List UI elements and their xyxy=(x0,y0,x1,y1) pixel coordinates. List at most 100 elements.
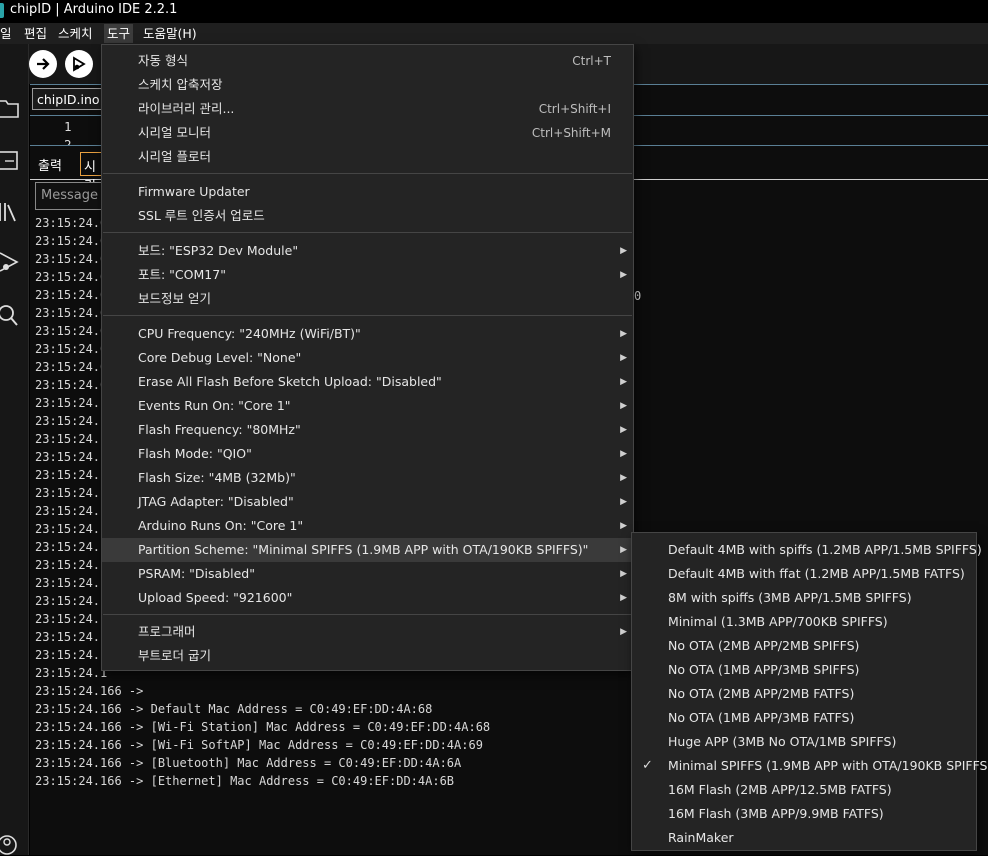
serial-message-input[interactable]: Message ( xyxy=(35,182,105,210)
chevron-right-icon: ▶ xyxy=(620,425,627,435)
partition-option-label: 16M Flash (2MB APP/12.5MB FATFS) xyxy=(668,782,892,797)
chevron-right-icon: ▶ xyxy=(620,377,627,387)
chevron-right-icon: ▶ xyxy=(620,593,627,603)
menu-item-firmware-updater[interactable]: Firmware Updater xyxy=(102,180,633,204)
library-icon[interactable] xyxy=(0,200,20,224)
partition-option-label: Default 4MB with spiffs (1.2MB APP/1.5MB… xyxy=(668,542,982,557)
chevron-right-icon: ▶ xyxy=(620,449,627,459)
menu-sketch[interactable]: 스케치 xyxy=(55,24,96,43)
menu-item-serial-plotter[interactable]: 시리얼 플로터 xyxy=(102,145,633,169)
checkmark-icon: ✓ xyxy=(642,758,653,773)
partition-option[interactable]: RainMaker xyxy=(632,826,976,850)
menu-help[interactable]: 도움말(H) xyxy=(140,24,200,43)
log-line: 23:15:24.166 -> xyxy=(35,684,144,698)
debug-button[interactable] xyxy=(65,50,93,78)
chevron-right-icon: ▶ xyxy=(620,401,627,411)
partition-option-label: RainMaker xyxy=(668,830,734,845)
chevron-right-icon: ▶ xyxy=(620,627,627,637)
chevron-right-icon: ▶ xyxy=(620,545,627,555)
partition-option-label: No OTA (1MB APP/3MB FATFS) xyxy=(668,710,855,725)
menu-item-erase-flash[interactable]: Erase All Flash Before Sketch Upload: "D… xyxy=(102,370,633,394)
log-line: 23:15:24.166 -> [Wi-Fi Station] Mac Addr… xyxy=(35,720,491,734)
line-number: 1 xyxy=(64,119,72,134)
menu-item-arduino-runs-on[interactable]: Arduino Runs On: "Core 1" ▶ xyxy=(102,514,633,538)
menu-item-flash-mode[interactable]: Flash Mode: "QIO" ▶ xyxy=(102,442,633,466)
chevron-right-icon: ▶ xyxy=(620,569,627,579)
partition-option[interactable]: Default 4MB with spiffs (1.2MB APP/1.5MB… xyxy=(632,538,982,562)
menu-separator xyxy=(103,315,632,316)
menu-item-serial-monitor[interactable]: 시리얼 모니터 Ctrl+Shift+M xyxy=(102,121,633,145)
tab-output[interactable]: 출력 xyxy=(38,155,62,174)
menu-file[interactable]: 일 xyxy=(0,24,15,43)
menu-item-ssl-upload[interactable]: SSL 루트 인증서 업로드 xyxy=(102,204,633,228)
log-fragment: 0 xyxy=(634,289,642,303)
partition-option-label: Huge APP (3MB No OTA/1MB SPIFFS) xyxy=(668,734,897,749)
menu-item-events-run-on[interactable]: Events Run On: "Core 1" ▶ xyxy=(102,394,633,418)
title-bar: chipID | Arduino IDE 2.2.1 xyxy=(0,0,988,23)
partition-option-label: Minimal SPIFFS (1.9MB APP with OTA/190KB… xyxy=(668,758,988,773)
arduino-app-icon xyxy=(0,3,4,18)
partition-option[interactable]: Huge APP (3MB No OTA/1MB SPIFFS) xyxy=(632,730,976,754)
chevron-right-icon: ▶ xyxy=(620,497,627,507)
menu-item-archive-sketch[interactable]: 스케치 압축저장 xyxy=(102,73,633,97)
menu-tools[interactable]: 도구 xyxy=(104,24,134,43)
menu-separator xyxy=(103,614,632,615)
menu-item-flash-size[interactable]: Flash Size: "4MB (32Mb)" ▶ xyxy=(102,466,633,490)
menu-item-psram[interactable]: PSRAM: "Disabled" ▶ xyxy=(102,562,633,586)
menu-item-partition-scheme[interactable]: Partition Scheme: "Minimal SPIFFS (1.9MB… xyxy=(102,538,633,562)
editor-tab-chipid[interactable]: chipID.ino xyxy=(32,88,102,110)
partition-option[interactable]: ✓ Minimal SPIFFS (1.9MB APP with OTA/190K… xyxy=(632,754,988,778)
menu-edit[interactable]: 편집 xyxy=(21,24,50,43)
tab-serial-monitor[interactable]: 시리 xyxy=(80,152,102,194)
menu-item-board[interactable]: 보드: "ESP32 Dev Module" ▶ xyxy=(102,239,633,263)
partition-option[interactable]: 16M Flash (3MB APP/9.9MB FATFS) xyxy=(632,802,976,826)
menu-item-jtag-adapter[interactable]: JTAG Adapter: "Disabled" ▶ xyxy=(102,490,633,514)
partition-option[interactable]: 8M with spiffs (3MB APP/1.5MB SPIFFS) xyxy=(632,586,976,610)
partition-option-label: No OTA (2MB APP/2MB SPIFFS) xyxy=(668,638,860,653)
menu-item-board-info[interactable]: 보드정보 얻기 xyxy=(102,287,633,311)
chevron-right-icon: ▶ xyxy=(620,246,627,256)
partition-option-label: 16M Flash (3MB APP/9.9MB FATFS) xyxy=(668,806,884,821)
log-line: 23:15:24.166 -> [Ethernet] Mac Address =… xyxy=(35,774,455,788)
log-line: 23:15:24.166 -> Default Mac Address = C0… xyxy=(35,702,433,716)
partition-option-label: Minimal (1.3MB APP/700KB SPIFFS) xyxy=(668,614,888,629)
tools-menu: 자동 형식 Ctrl+T 스케치 압축저장 라이브러리 관리... Ctrl+S… xyxy=(101,44,634,671)
chevron-right-icon: ▶ xyxy=(620,521,627,531)
board-icon[interactable] xyxy=(0,148,20,172)
partition-option-label: No OTA (2MB APP/2MB FATFS) xyxy=(668,686,855,701)
debug-play-icon xyxy=(73,56,86,72)
partition-option[interactable]: Minimal (1.3MB APP/700KB SPIFFS) xyxy=(632,610,976,634)
menu-bar: 일 편집 스케치 도구 도움말(H) xyxy=(0,23,988,44)
menu-item-flash-frequency[interactable]: Flash Frequency: "80MHz" ▶ xyxy=(102,418,633,442)
menu-item-burn-bootloader[interactable]: 부트로더 굽기 xyxy=(102,644,633,668)
line-number: 2 xyxy=(64,137,72,145)
menu-item-programmer[interactable]: 프로그래머 ▶ xyxy=(102,620,633,644)
search-icon[interactable] xyxy=(0,303,20,327)
activity-bar xyxy=(0,44,29,855)
partition-option-label: No OTA (1MB APP/3MB SPIFFS) xyxy=(668,662,860,677)
menu-item-auto-format[interactable]: 자동 형식 Ctrl+T xyxy=(102,49,633,73)
menu-item-cpu-frequency[interactable]: CPU Frequency: "240MHz (WiFi/BT)" ▶ xyxy=(102,322,633,346)
partition-option[interactable]: 16M Flash (2MB APP/12.5MB FATFS) xyxy=(632,778,976,802)
partition-option[interactable]: No OTA (1MB APP/3MB FATFS) xyxy=(632,706,976,730)
partition-option[interactable]: No OTA (1MB APP/3MB SPIFFS) xyxy=(632,658,976,682)
folder-icon[interactable] xyxy=(0,96,20,120)
partition-option-label: 8M with spiffs (3MB APP/1.5MB SPIFFS) xyxy=(668,590,912,605)
menu-item-port[interactable]: 포트: "COM17" ▶ xyxy=(102,263,633,287)
chevron-right-icon: ▶ xyxy=(620,353,627,363)
account-icon[interactable] xyxy=(0,832,20,856)
partition-option[interactable]: No OTA (2MB APP/2MB SPIFFS) xyxy=(632,634,976,658)
menu-item-core-debug-level[interactable]: Core Debug Level: "None" ▶ xyxy=(102,346,633,370)
menu-item-upload-speed[interactable]: Upload Speed: "921600" ▶ xyxy=(102,586,633,610)
partition-option[interactable]: Default 4MB with ffat (1.2MB APP/1.5MB F… xyxy=(632,562,976,586)
upload-button[interactable] xyxy=(29,50,57,78)
menu-separator xyxy=(103,232,632,233)
partition-option-label: Default 4MB with ffat (1.2MB APP/1.5MB F… xyxy=(668,566,965,581)
menu-separator xyxy=(103,173,632,174)
partition-option[interactable]: No OTA (2MB APP/2MB FATFS) xyxy=(632,682,976,706)
debug-icon[interactable] xyxy=(0,250,20,274)
menu-item-manage-libraries[interactable]: 라이브러리 관리... Ctrl+Shift+I xyxy=(102,97,633,121)
chevron-right-icon: ▶ xyxy=(620,329,627,339)
arrow-right-icon xyxy=(37,58,50,70)
chevron-right-icon: ▶ xyxy=(620,270,627,280)
